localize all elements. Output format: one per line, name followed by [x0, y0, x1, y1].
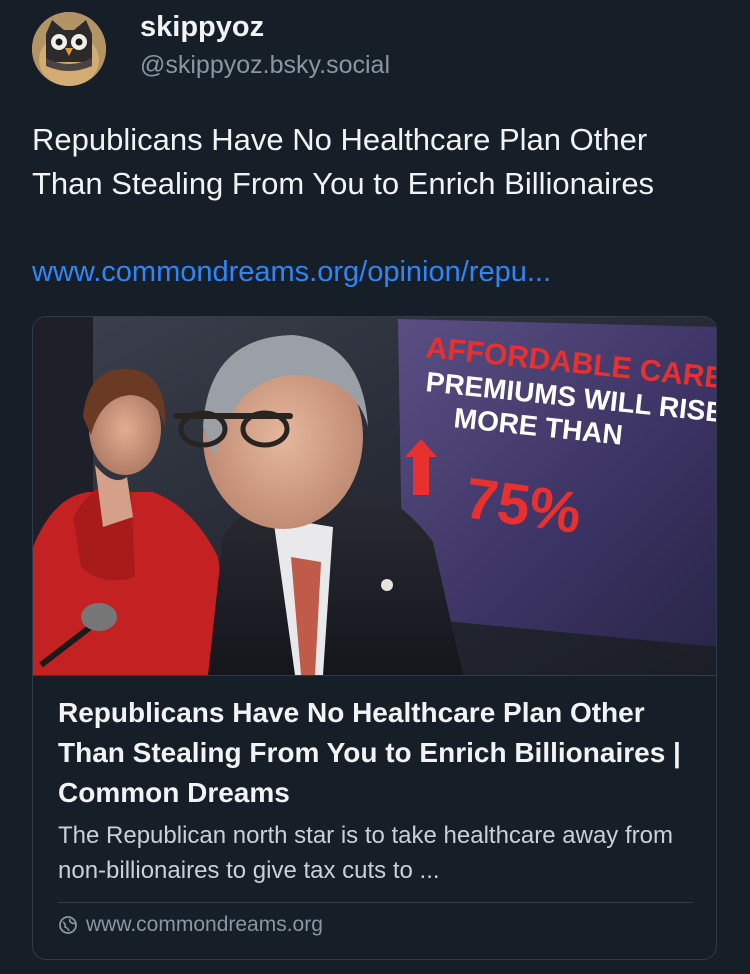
avatar[interactable]	[32, 12, 106, 86]
link-embed-card[interactable]: AFFORDABLE CARE ACT PREMIUMS WILL RISE M…	[32, 316, 717, 960]
image-sign: AFFORDABLE CARE ACT PREMIUMS WILL RISE M…	[398, 319, 716, 647]
author-handle[interactable]: @skippyoz.bsky.social	[140, 47, 390, 83]
card-domain[interactable]: www.commondreams.org	[58, 913, 323, 937]
globe-icon	[58, 915, 78, 935]
author-display-name[interactable]: skippyoz	[140, 9, 390, 45]
post: skippyoz @skippyoz.bsky.social Republica…	[0, 0, 750, 974]
post-link[interactable]: www.commondreams.org/opinion/repu...	[32, 250, 551, 294]
card-divider	[33, 675, 716, 676]
owl-avatar-icon	[32, 12, 106, 86]
author-names: skippyoz @skippyoz.bsky.social	[140, 9, 390, 83]
card-title[interactable]: Republicans Have No Healthcare Plan Othe…	[58, 693, 698, 813]
post-header: skippyoz @skippyoz.bsky.social	[32, 9, 390, 86]
post-text: Republicans Have No Healthcare Plan Othe…	[32, 122, 655, 201]
card-domain-text: www.commondreams.org	[86, 913, 323, 936]
card-separator	[58, 902, 693, 903]
card-description: The Republican north star is to take hea…	[58, 822, 673, 884]
card-image: AFFORDABLE CARE ACT PREMIUMS WILL RISE M…	[33, 317, 716, 675]
